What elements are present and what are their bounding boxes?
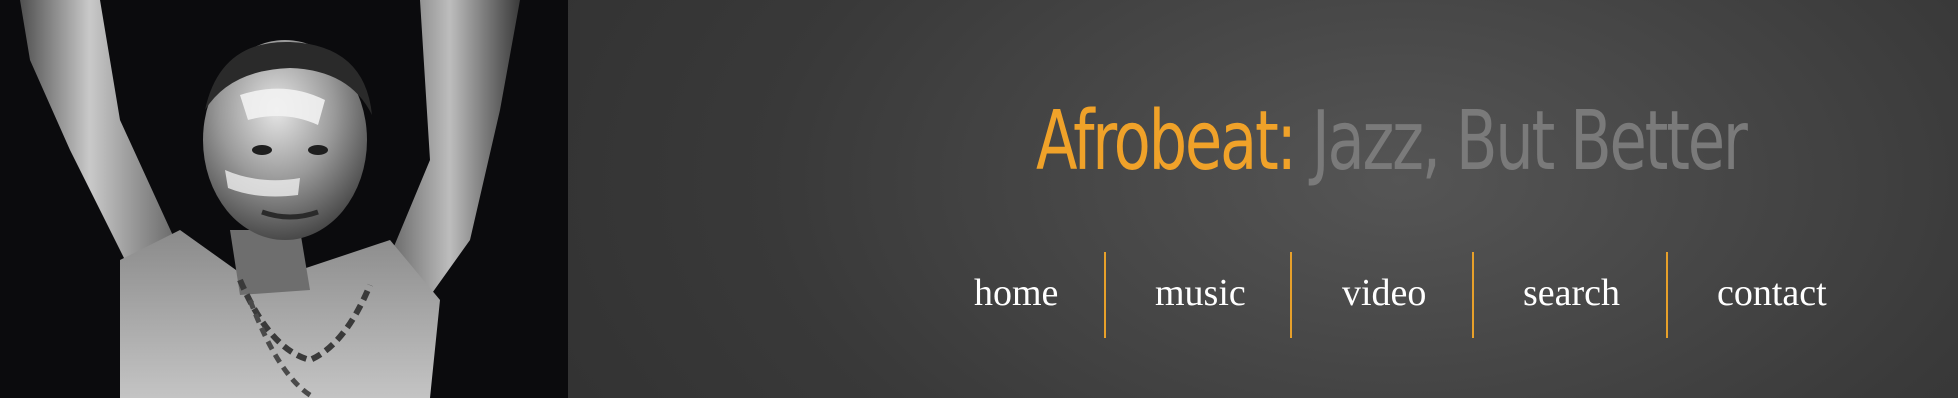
nav-item-music[interactable]: music (1155, 268, 1246, 318)
site-header: Afrobeat: Jazz, But Better home music vi… (0, 0, 1958, 398)
nav-item-search[interactable]: search (1523, 268, 1620, 318)
nav-item-video[interactable]: video (1342, 268, 1426, 318)
header-bottom-border (0, 398, 1958, 402)
nav-separator (1472, 252, 1474, 338)
nav-separator (1290, 252, 1292, 338)
nav-item-home[interactable]: home (974, 268, 1058, 318)
main-nav: home music video search contact (0, 250, 1958, 340)
nav-separator (1104, 252, 1106, 338)
site-title: Afrobeat: Jazz, But Better (1036, 92, 1748, 192)
nav-separator (1666, 252, 1668, 338)
site-title-accent: Afrobeat: (1036, 94, 1297, 189)
site-title-subtitle: Jazz, But Better (1294, 94, 1748, 189)
nav-item-contact[interactable]: contact (1717, 268, 1827, 318)
